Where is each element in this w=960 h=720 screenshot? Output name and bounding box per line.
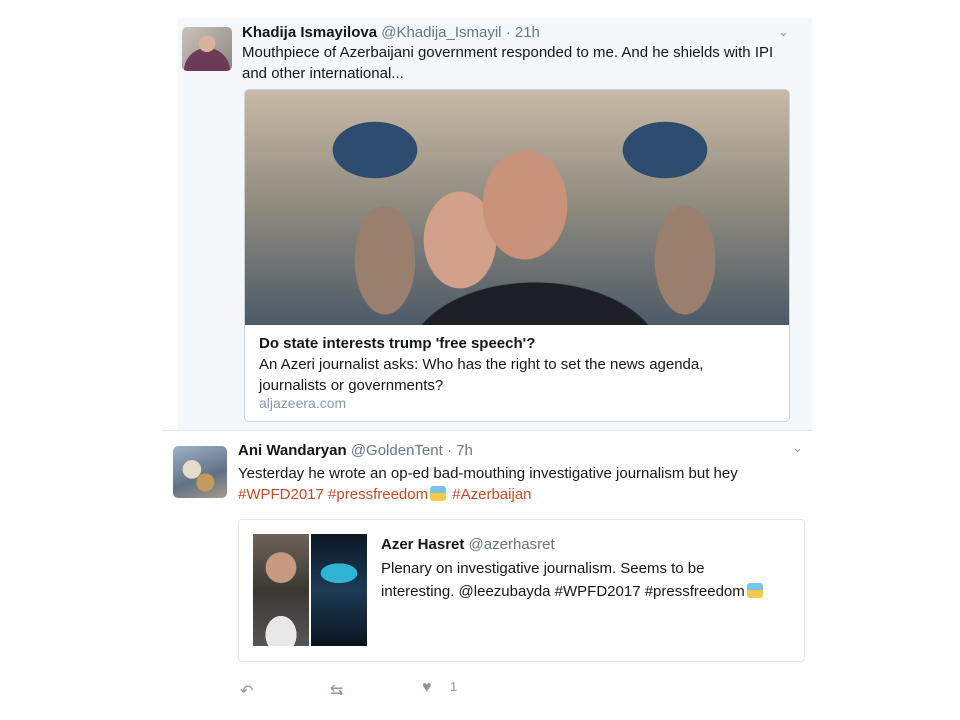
author-name[interactable]: Ani Wandaryan <box>238 442 347 459</box>
author-handle[interactable]: @GoldenTent <box>351 442 443 459</box>
author-handle[interactable]: @Khadija_Ismayil <box>381 24 501 41</box>
newspaper-emoji-icon <box>746 583 763 598</box>
quoted-photo[interactable] <box>311 534 367 646</box>
hashtag-link[interactable]: #Azerbaijan <box>452 486 531 503</box>
timestamp[interactable]: 21h <box>515 24 540 41</box>
card-description: An Azeri journalist asks: Who has the ri… <box>259 356 704 394</box>
quoted-author-handle[interactable]: @azerhasret <box>469 536 555 553</box>
separator: · <box>505 24 511 41</box>
avatar[interactable] <box>173 446 227 498</box>
tweet-text: Mouthpiece of Azerbaijani government res… <box>242 44 774 82</box>
chevron-down-icon[interactable]: ⌄ <box>778 24 789 40</box>
retweet-icon[interactable]: ⇆ <box>330 681 343 695</box>
quoted-header: Azer Hasret @azerhasret <box>381 536 555 553</box>
quoted-author-name[interactable]: Azer Hasret <box>381 536 464 553</box>
card-domain: aljazeera.com <box>259 395 347 411</box>
timestamp[interactable]: 7h <box>456 442 473 459</box>
action-bar: ↶ ⇆ ♥ 1 <box>238 675 538 695</box>
tweet-text-line: Yesterday he wrote an op-ed bad-mouthing… <box>238 465 738 482</box>
link-card[interactable]: Do state interests trump 'free speech'? … <box>244 89 790 422</box>
tweet-text: Yesterday he wrote an op-ed bad-mouthing… <box>238 463 798 505</box>
heart-icon[interactable]: ♥ <box>422 679 432 695</box>
newspaper-emoji-icon <box>430 486 447 501</box>
tweet-2[interactable]: Ani Wandaryan @GoldenTent · 7h ⌄ Yesterd… <box>173 432 812 720</box>
chevron-down-icon[interactable]: ⌄ <box>792 440 803 456</box>
tweet-1[interactable]: Khadija Ismayilova @Khadija_Ismayil · 21… <box>178 18 812 430</box>
separator: · <box>446 442 452 459</box>
author-name[interactable]: Khadija Ismayilova <box>242 24 377 41</box>
quoted-text: Plenary on investigative journalism. See… <box>381 557 801 603</box>
quoted-text-line: Plenary on investigative journalism. See… <box>381 560 705 577</box>
quoted-text-line-2: interesting. @leezubayda #WPFD2017 #pres… <box>381 583 745 600</box>
hashtag-link[interactable]: #WPFD2017 <box>238 486 324 503</box>
divider <box>162 430 812 431</box>
reply-icon[interactable]: ↶ <box>240 681 253 695</box>
quoted-photo[interactable] <box>253 534 309 646</box>
quoted-tweet[interactable]: Azer Hasret @azerhasret Plenary on inves… <box>238 519 805 662</box>
card-image <box>245 90 789 325</box>
quoted-text-line: interesting. @leezubayda #WPFD2017 #pres… <box>381 580 801 603</box>
avatar[interactable] <box>182 27 232 71</box>
card-title: Do state interests trump 'free speech'? <box>259 335 536 352</box>
like-count: 1 <box>450 679 458 694</box>
tweet-header: Khadija Ismayilova @Khadija_Ismayil · 21… <box>242 24 540 41</box>
tweet-header: Ani Wandaryan @GoldenTent · 7h <box>238 442 473 459</box>
hashtag-link[interactable]: #pressfreedom <box>328 486 428 503</box>
hashtag-line: #WPFD2017 #pressfreedom #Azerbaijan <box>238 484 798 505</box>
